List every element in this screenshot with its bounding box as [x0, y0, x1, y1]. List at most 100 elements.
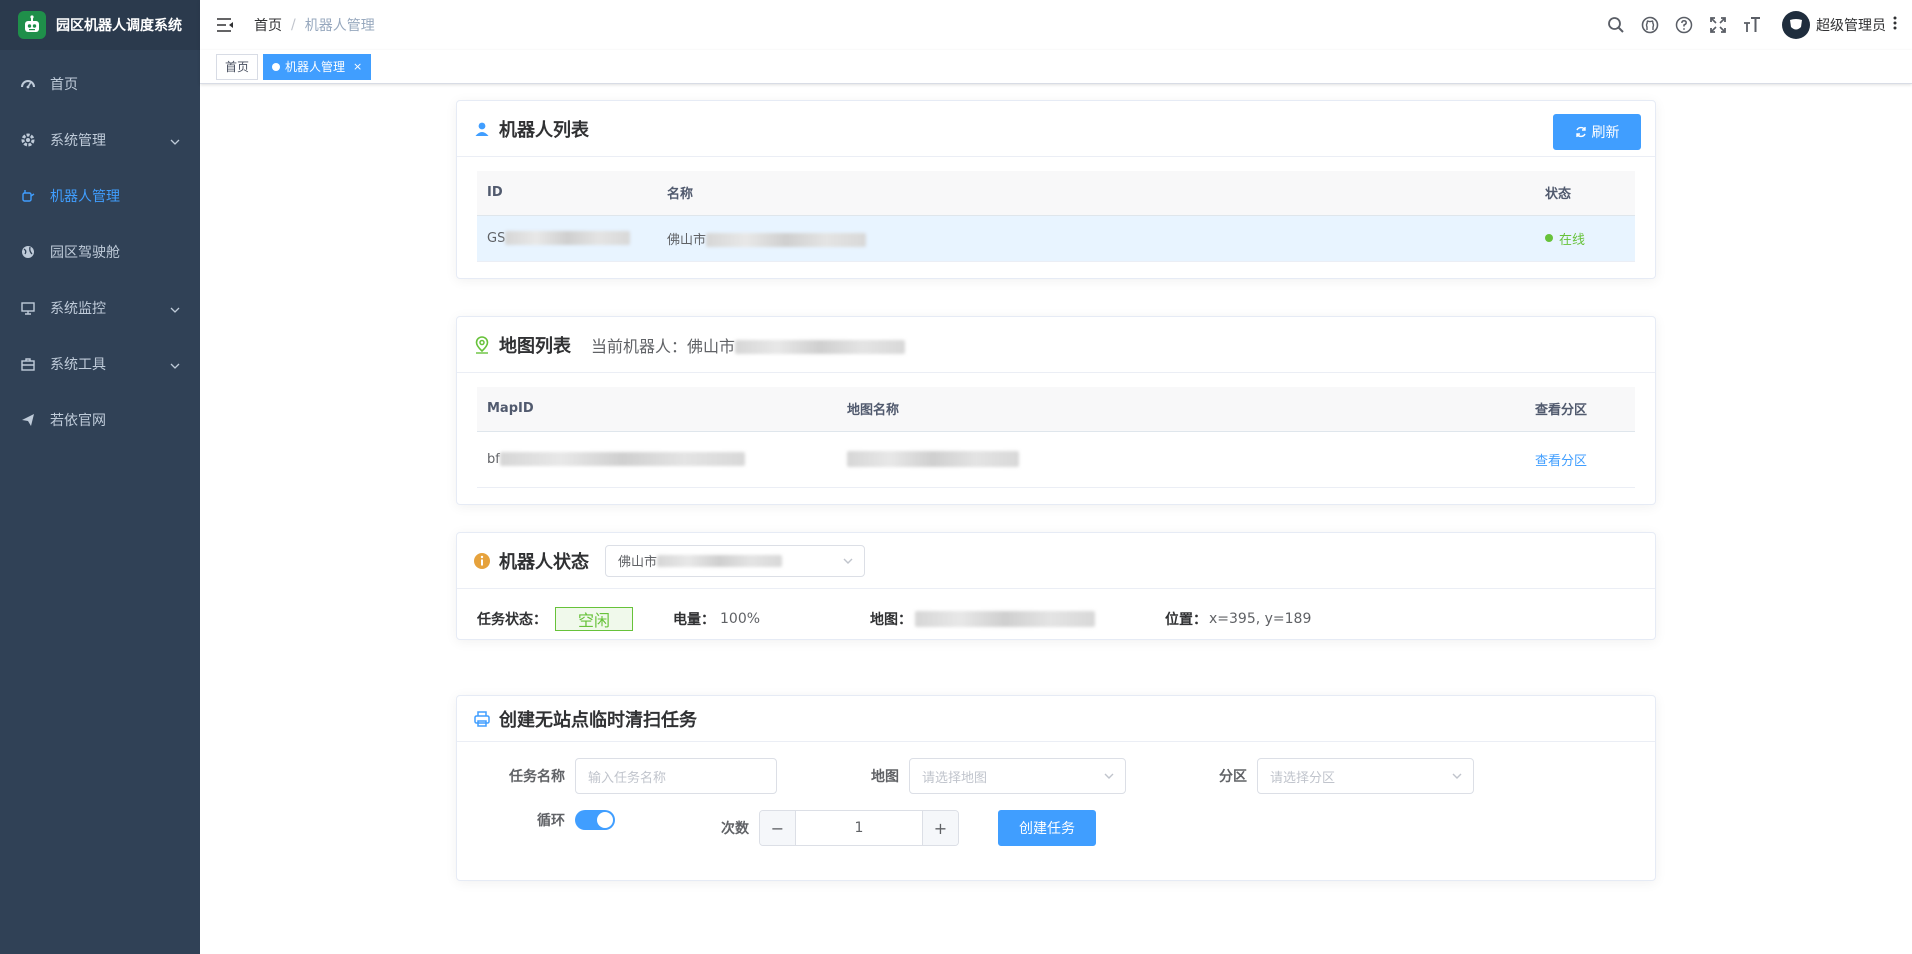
map-table: MapID 地图名称 查看分区 bf 查看分区 [477, 387, 1635, 488]
robot-select-value: 佛山市 [618, 555, 658, 570]
app-logo-bar[interactable]: 园区机器人调度系统 [0, 0, 200, 50]
card-header: 地图列表 当前机器人：佛山市 [457, 317, 1655, 373]
sidebar-item-home[interactable]: 首页 [0, 56, 200, 112]
position-label: 位置： [1165, 612, 1207, 628]
battery-label: 电量： [673, 612, 715, 628]
card-title: 机器人列表 [499, 119, 589, 141]
task-name-label: 任务名称 [509, 769, 565, 785]
view-zones-link[interactable]: 查看分区 [1535, 454, 1587, 469]
status-text: 在线 [1559, 232, 1586, 248]
sidebar-item-ruoyi-site[interactable]: 若依官网 [0, 392, 200, 448]
help-icon[interactable] [1674, 15, 1694, 35]
tag-robot-management[interactable]: 机器人管理 × [263, 53, 372, 80]
robot-icon [20, 188, 36, 204]
task-name-placeholder: 输入任务名称 [588, 770, 667, 786]
user-icon [473, 120, 491, 138]
search-icon[interactable] [1606, 15, 1626, 35]
sidebar-item-system-management[interactable]: 系统管理 [0, 112, 200, 168]
breadcrumb-separator: / [291, 17, 296, 33]
create-task-button[interactable]: 创建任务 [998, 810, 1096, 846]
map-id-cell: bf [477, 431, 837, 488]
tag-home[interactable]: 首页 [216, 53, 259, 80]
refresh-label: 刷新 [1591, 124, 1620, 140]
count-input[interactable]: 1 [796, 811, 922, 845]
loop-toggle[interactable] [575, 810, 615, 830]
task-status-badge: 空闲 [555, 607, 633, 631]
column-header[interactable]: 地图名称 [837, 387, 1525, 432]
chevron-down-icon [170, 359, 180, 369]
card-header: 机器人列表 刷新 [457, 101, 1655, 157]
toolbox-icon [20, 356, 36, 372]
table-row[interactable]: GS 佛山市 在线 [477, 215, 1635, 262]
font-size-icon[interactable] [1742, 15, 1762, 35]
globe-icon [20, 244, 36, 260]
increment-button[interactable]: + [922, 811, 958, 845]
create-task-card: 创建无站点临时清扫任务 任务名称 输入任务名称 地图 请选择地图 分区 请选择分… [456, 695, 1656, 881]
dashboard-icon [20, 76, 36, 92]
robot-id-prefix: GS [487, 230, 506, 246]
refresh-button[interactable]: 刷新 [1553, 114, 1641, 150]
card-header: 机器人状态 佛山市 [457, 533, 1655, 589]
redacted-text [505, 231, 631, 245]
breadcrumb-current: 机器人管理 [304, 18, 375, 34]
column-header[interactable]: 查看分区 [1525, 387, 1635, 432]
column-header[interactable]: 名称 [657, 171, 1535, 216]
robot-list-card: 机器人列表 刷新 ID 名称 状态 GS 佛山市 在线 [456, 100, 1656, 279]
sidebar-item-robot-management[interactable]: 机器人管理 [0, 168, 200, 224]
table-row[interactable]: bf 查看分区 [477, 431, 1635, 488]
refresh-icon [1575, 126, 1586, 138]
column-header[interactable]: 状态 [1535, 171, 1635, 216]
sidebar-item-label: 园区驾驶舱 [50, 245, 120, 261]
printer-icon [473, 710, 491, 728]
current-robot-label: 当前机器人：佛山市 [591, 333, 906, 357]
breadcrumb-home[interactable]: 首页 [254, 15, 282, 35]
more-vertical-icon [1892, 15, 1898, 35]
battery-value: 100% [720, 611, 761, 627]
column-header[interactable]: MapID [477, 387, 837, 432]
top-navbar: 首页 / 机器人管理 超级管理员 [200, 0, 1912, 50]
task-name-input[interactable]: 输入任务名称 [575, 758, 777, 794]
sidebar-item-system-monitor[interactable]: 系统监控 [0, 280, 200, 336]
toggle-knob [597, 812, 613, 828]
robot-id-cell: GS [477, 215, 657, 262]
zone-select-label: 分区 [1219, 769, 1247, 785]
robot-select[interactable]: 佛山市 [605, 544, 865, 577]
zone-select[interactable]: 请选择分区 [1257, 758, 1474, 794]
github-icon[interactable] [1640, 15, 1660, 35]
location-icon [473, 335, 491, 354]
sidebar-item-system-tools[interactable]: 系统工具 [0, 336, 200, 392]
fullscreen-icon[interactable] [1708, 15, 1728, 35]
redacted-text [657, 554, 783, 567]
sidebar-item-label: 系统监控 [50, 301, 106, 317]
column-header[interactable]: ID [477, 171, 657, 216]
info-icon [473, 552, 491, 570]
chevron-down-icon [170, 135, 180, 145]
app-title: 园区机器人调度系统 [56, 18, 182, 34]
close-icon[interactable]: × [353, 55, 362, 79]
robot-status-card: 机器人状态 佛山市 任务状态： 空闲 电量： 100% 地图： 位置： x=39… [456, 532, 1656, 640]
user-menu[interactable]: 超级管理员 [1782, 11, 1898, 39]
count-row: 次数 − 1 + [677, 810, 959, 846]
sidebar-item-label: 系统管理 [50, 133, 106, 149]
menu-fold-icon [217, 18, 233, 32]
breadcrumb: 首页 / 机器人管理 [254, 15, 375, 35]
user-name: 超级管理员 [1816, 18, 1886, 34]
send-icon [20, 412, 36, 428]
redacted-text [706, 233, 867, 247]
sidebar: 园区机器人调度系统 首页 系统管理 机器人管理 园区驾驶舱 系统监控 系统工具 [0, 0, 200, 954]
robot-name-cell: 佛山市 [657, 215, 1535, 262]
hamburger-button[interactable] [200, 0, 250, 50]
current-robot-text: 当前机器人：佛山市 [591, 336, 736, 356]
redacted-text [735, 340, 906, 354]
map-action-cell: 查看分区 [1525, 431, 1635, 488]
sidebar-item-park-cockpit[interactable]: 园区驾驶舱 [0, 224, 200, 280]
chevron-down-icon [1451, 770, 1463, 782]
map-name-cell [837, 431, 1525, 488]
map-select[interactable]: 请选择地图 [909, 758, 1126, 794]
sidebar-item-label: 若依官网 [50, 413, 106, 429]
task-name-row: 任务名称 输入任务名称 [477, 758, 777, 794]
decrement-button[interactable]: − [760, 811, 796, 845]
redacted-text [915, 611, 1095, 627]
map-label: 地图： [870, 612, 912, 628]
monitor-icon [20, 300, 36, 316]
